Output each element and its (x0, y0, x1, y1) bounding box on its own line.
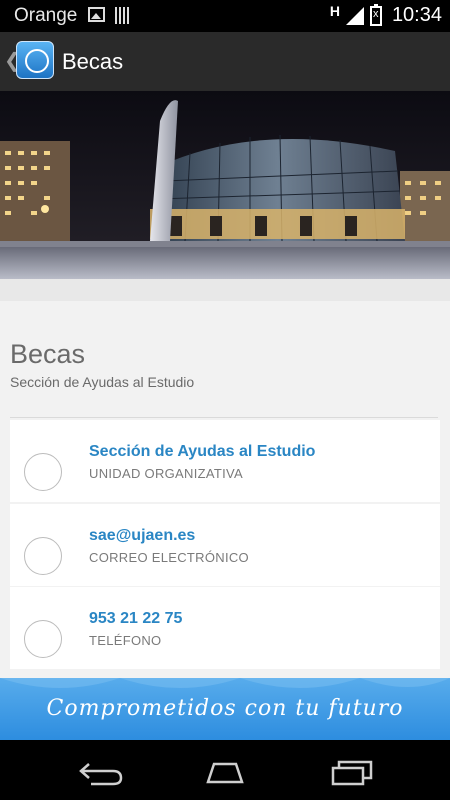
signal-icon (345, 6, 364, 25)
card-title: sae@ujaen.es (89, 527, 196, 544)
card-radio-icon[interactable] (24, 537, 62, 575)
card-radio-icon[interactable] (24, 453, 62, 491)
back-icon[interactable] (75, 758, 125, 788)
card-title: 953 21 22 75 (89, 610, 183, 627)
contact-card-phone[interactable]: 953 21 22 75 TELÉFONO (10, 587, 440, 669)
contact-card-email[interactable]: sae@ujaen.es CORREO ELECTRÓNICO (10, 504, 440, 586)
building-photo (0, 91, 450, 279)
page-subtitle: Sección de Ayudas al Estudio (10, 374, 195, 390)
carrier-label: Orange (14, 5, 78, 26)
hero-image (0, 91, 450, 279)
card-subtitle: UNIDAD ORGANIZATIVA (89, 466, 244, 481)
banner: Comprometidos con tu futuro (0, 678, 450, 740)
status-bar: Orange H 10:34 (0, 0, 450, 32)
card-subtitle: TELÉFONO (89, 633, 162, 648)
battery-icon (369, 3, 382, 26)
navigation-bar (0, 740, 450, 800)
home-icon[interactable] (200, 758, 250, 788)
recent-apps-icon[interactable] (327, 758, 377, 788)
card-title: Sección de Ayudas al Estudio (89, 443, 316, 460)
contact-card-unit[interactable]: Sección de Ayudas al Estudio UNIDAD ORGA… (10, 420, 440, 502)
banner-slogan: Comprometidos con tu futuro (46, 696, 404, 721)
action-bar-title: Becas (62, 49, 124, 74)
content-area: Becas Sección de Ayudas al Estudio Secci… (0, 279, 450, 678)
page-title: Becas (10, 339, 86, 369)
action-bar: ❮ Becas (0, 32, 450, 91)
clock: 10:34 (391, 4, 442, 26)
barcode-icon (115, 7, 131, 24)
picture-icon (88, 7, 105, 22)
header-strip (0, 279, 450, 301)
network-type: H (329, 2, 340, 19)
status-right: H 10:34 (329, 2, 442, 27)
app-logo-icon[interactable] (16, 41, 54, 79)
card-radio-icon[interactable] (24, 620, 62, 658)
notification-icons (88, 7, 131, 24)
card-subtitle: CORREO ELECTRÓNICO (89, 550, 249, 565)
divider (10, 417, 438, 418)
